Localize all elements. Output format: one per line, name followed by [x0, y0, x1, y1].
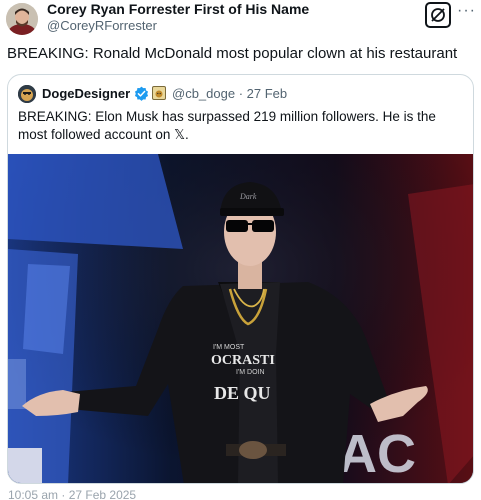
- shirt-line-1: I'M MOST: [213, 344, 245, 351]
- more-dots-icon: ···: [457, 2, 476, 19]
- post-timestamp[interactable]: 10:05 am · 27 Feb 2025: [8, 488, 136, 500]
- quote-date: 27 Feb: [246, 86, 288, 101]
- stage-photo: AC I'M MOST OCRASTI I'M DOIN DE QU Dark: [8, 154, 473, 484]
- quoted-post[interactable]: DogeDesigner @cb_doge · 27 Feb BREAKING:…: [7, 74, 474, 484]
- grok-icon: [431, 8, 445, 22]
- quote-media-image[interactable]: AC I'M MOST OCRASTI I'M DOIN DE QU Dark: [8, 154, 473, 484]
- doge-avatar-image: [18, 85, 36, 103]
- shirt-line-3: I'M DOIN: [236, 369, 265, 376]
- backdrop-letters: AC: [338, 424, 416, 484]
- author-avatar[interactable]: [6, 3, 38, 35]
- quote-author-avatar[interactable]: [18, 85, 36, 103]
- quote-author-meta[interactable]: @cb_doge · 27 Feb: [172, 86, 287, 101]
- verified-badge-icon: [134, 86, 149, 101]
- quote-author-handle: @cb_doge: [172, 86, 236, 101]
- meta-separator: ·: [238, 86, 244, 101]
- shirt-line-2: OCRASTI: [211, 353, 275, 368]
- quote-text: BREAKING: Elon Musk has surpassed 219 mi…: [18, 109, 436, 142]
- shirt-line-4: DE QU: [214, 383, 271, 403]
- affiliate-badge-icon: [152, 86, 166, 100]
- author-name[interactable]: Corey Ryan Forrester First of His Name: [47, 1, 309, 17]
- post-header: Corey Ryan Forrester First of His Name @…: [0, 0, 481, 40]
- author-handle[interactable]: @CoreyRForrester: [47, 18, 157, 33]
- grok-button[interactable]: [425, 2, 451, 28]
- post-text: BREAKING: Ronald McDonald most popular c…: [7, 45, 458, 62]
- cap-logo-text: Dark: [239, 192, 257, 201]
- quote-author-name[interactable]: DogeDesigner: [42, 86, 130, 101]
- more-options-button[interactable]: ···: [457, 2, 476, 20]
- avatar-image: [6, 3, 38, 35]
